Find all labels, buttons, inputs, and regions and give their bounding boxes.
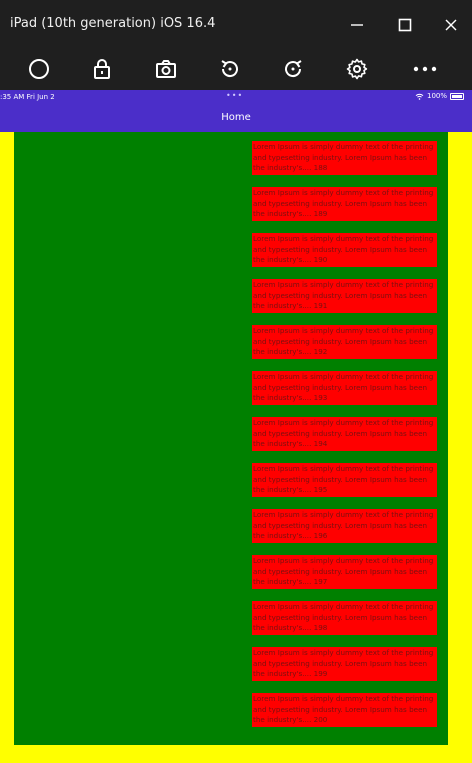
rotate-right-icon <box>285 60 302 78</box>
window-title: iPad (10th generation) iOS 16.4 <box>10 16 216 31</box>
status-time: :35 AM Fri Jun 2 <box>0 93 55 101</box>
gear-icon <box>346 58 368 80</box>
lock-button[interactable] <box>85 52 119 86</box>
list-item[interactable]: Lorem Ipsum is simply dummy text of the … <box>252 371 437 405</box>
close-button[interactable] <box>436 10 466 40</box>
maximize-button[interactable] <box>390 10 420 40</box>
page-title: Home <box>221 112 251 123</box>
screenshot-button[interactable] <box>149 52 183 86</box>
list-item[interactable]: Lorem Ipsum is simply dummy text of the … <box>252 325 437 359</box>
list-item[interactable]: Lorem Ipsum is simply dummy text of the … <box>252 555 437 589</box>
list-item[interactable]: Lorem Ipsum is simply dummy text of the … <box>252 141 437 175</box>
battery-percent: 100% <box>426 92 447 100</box>
list-item[interactable]: Lorem Ipsum is simply dummy text of the … <box>252 509 437 543</box>
more-icon <box>413 66 437 72</box>
list-item[interactable]: Lorem Ipsum is simply dummy text of the … <box>252 233 437 267</box>
lock-icon <box>94 59 110 79</box>
minimize-button[interactable] <box>342 10 372 40</box>
list-item[interactable]: Lorem Ipsum is simply dummy text of the … <box>252 187 437 221</box>
window-titlebar: iPad (10th generation) iOS 16.4 <box>0 0 472 46</box>
multitasking-dots[interactable]: ••• <box>226 91 243 100</box>
list-item[interactable]: Lorem Ipsum is simply dummy text of the … <box>252 647 437 681</box>
list-item[interactable]: Lorem Ipsum is simply dummy text of the … <box>252 601 437 635</box>
rotate-left-button[interactable] <box>213 52 247 86</box>
content-area[interactable]: Lorem Ipsum is simply dummy text of the … <box>14 132 448 745</box>
rotate-right-button[interactable] <box>276 52 310 86</box>
list-item[interactable]: Lorem Ipsum is simply dummy text of the … <box>252 417 437 451</box>
status-right: 100% <box>415 92 464 100</box>
list-item[interactable]: Lorem Ipsum is simply dummy text of the … <box>252 693 437 727</box>
wifi-icon <box>415 93 424 100</box>
list-item[interactable]: Lorem Ipsum is simply dummy text of the … <box>252 463 437 497</box>
close-icon <box>445 19 457 31</box>
ios-status-bar: :35 AM Fri Jun 2 ••• 100% <box>0 90 472 104</box>
rotate-left-icon <box>221 60 238 78</box>
item-list[interactable]: Lorem Ipsum is simply dummy text of the … <box>252 132 437 739</box>
navigation-bar: Home <box>0 104 472 132</box>
settings-button[interactable] <box>340 52 374 86</box>
battery-icon <box>450 92 464 100</box>
maximize-icon <box>398 18 412 32</box>
home-circle-icon <box>29 59 49 79</box>
home-button[interactable] <box>22 52 56 86</box>
list-item[interactable]: Lorem Ipsum is simply dummy text of the … <box>252 279 437 313</box>
device-screen: :35 AM Fri Jun 2 ••• 100% Home Lorem Ips… <box>0 90 472 763</box>
camera-icon <box>156 60 176 78</box>
simulator-toolbar <box>0 46 472 90</box>
more-button[interactable] <box>408 52 442 86</box>
minimize-icon <box>351 24 363 26</box>
